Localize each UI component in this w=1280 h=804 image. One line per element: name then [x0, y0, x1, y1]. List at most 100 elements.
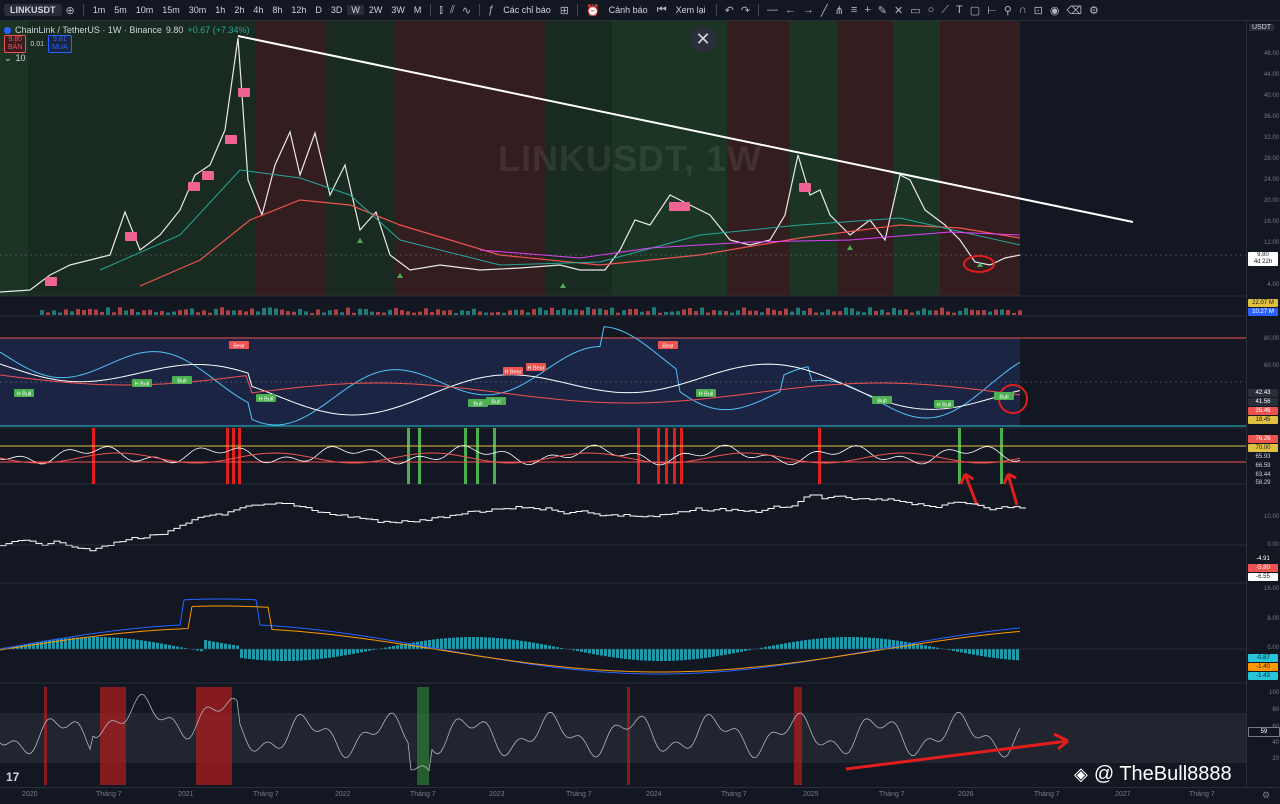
close-replay-button[interactable]: ✕: [689, 26, 717, 52]
brush-icon[interactable]: ✎: [875, 4, 890, 17]
timeframe-2w[interactable]: 2W: [365, 5, 387, 15]
trendline-icon[interactable]: ╱: [818, 4, 831, 17]
time-label: Tháng 7: [879, 791, 905, 798]
collapse-icon[interactable]: ⌄: [4, 53, 12, 64]
rectangle-icon[interactable]: ▭: [907, 4, 923, 17]
time-label: Tháng 7: [96, 791, 122, 798]
currency-button[interactable]: USDT: [1249, 24, 1274, 31]
indicators-button[interactable]: Các chỉ báo: [498, 5, 556, 15]
fib-icon[interactable]: ≡: [848, 4, 860, 16]
price-axis[interactable]: USDT 48.00 44.00 40.00 36.00 32.00 28.00…: [1246, 21, 1280, 787]
macd-histogram-bar: [700, 649, 703, 658]
text-icon[interactable]: T: [953, 4, 966, 16]
path-icon[interactable]: ⟋: [938, 4, 952, 17]
lock-icon[interactable]: ⊡: [1031, 4, 1046, 17]
circle-icon[interactable]: ○: [925, 4, 938, 16]
volume-bar: [490, 313, 494, 315]
timeframe-m[interactable]: M: [410, 5, 426, 15]
timeframe-1h[interactable]: 1h: [211, 5, 229, 15]
volume-bar: [946, 312, 950, 315]
timeframe-30m[interactable]: 30m: [185, 5, 211, 15]
macd-histogram-bar: [848, 637, 851, 649]
macd-histogram-bar: [504, 639, 507, 649]
macd-histogram-bar: [104, 637, 107, 649]
macd-histogram-bar: [364, 649, 367, 652]
alerts-button[interactable]: Cảnh báo: [604, 5, 653, 15]
time-label: Tháng 7: [253, 791, 279, 798]
bars-icon[interactable]: ⫽: [447, 4, 458, 17]
timeframe-15m[interactable]: 15m: [158, 5, 184, 15]
volume-bar: [838, 311, 842, 315]
symbol-search-button[interactable]: LINKUSDT: [4, 4, 62, 16]
redo-icon[interactable]: ↷: [738, 4, 753, 17]
candles-icon[interactable]: ⫾: [436, 4, 446, 17]
osc-value-tag: 76.26: [1248, 435, 1278, 443]
arrow-left-icon[interactable]: ←: [782, 4, 799, 16]
timeframe-8h[interactable]: 8h: [268, 5, 286, 15]
volume-bar: [292, 312, 296, 315]
timeframe-10m[interactable]: 10m: [132, 5, 158, 15]
oscillator-signal-bar: [493, 428, 496, 484]
volume-bar: [322, 312, 326, 315]
timeframe-5m[interactable]: 5m: [110, 5, 131, 15]
macd-histogram-bar: [792, 642, 795, 649]
timeframe-3d[interactable]: 3D: [327, 5, 347, 15]
timeframe-w[interactable]: W: [347, 5, 364, 15]
timeframe-12h[interactable]: 12h: [287, 5, 310, 15]
zoom-icon[interactable]: ⚲: [1001, 4, 1015, 17]
eye-icon[interactable]: ◉: [1047, 4, 1063, 17]
pitchfork-icon[interactable]: ⋔: [832, 4, 847, 17]
replay-icon[interactable]: ⏮: [654, 4, 670, 17]
macd-histogram-bar: [976, 649, 979, 655]
volume-bar: [802, 311, 806, 315]
volume-bar: [616, 313, 620, 315]
pattern-icon[interactable]: ✕: [891, 4, 906, 17]
undo-icon[interactable]: ↶: [722, 4, 737, 17]
macd-value-tag: -1.43: [1248, 672, 1278, 680]
axis-settings-icon[interactable]: ⚙: [1262, 790, 1270, 801]
indicators-icon[interactable]: ƒ: [485, 4, 497, 16]
macd-histogram-bar: [276, 649, 279, 661]
line-type-icon[interactable]: ∿: [459, 4, 474, 17]
sell-button[interactable]: 9.80 BÁN: [4, 35, 26, 53]
timeframe-4h[interactable]: 4h: [249, 5, 267, 15]
macd-histogram-bar: [688, 649, 691, 660]
volume-bar: [718, 311, 722, 315]
settings-icon[interactable]: ⚙: [1086, 4, 1102, 17]
volume-bar: [256, 311, 260, 315]
buy-button[interactable]: 9.81 MUA: [48, 35, 72, 53]
macd-histogram-bar: [456, 637, 459, 649]
volume-bar: [364, 309, 368, 315]
tradingview-logo[interactable]: 17: [6, 770, 19, 784]
trash-icon[interactable]: ⌫: [1063, 4, 1085, 17]
horizontal-line-icon[interactable]: —: [764, 4, 781, 16]
templates-icon[interactable]: ⊞: [557, 4, 572, 17]
ruler-icon[interactable]: ⊢: [984, 4, 1000, 17]
ray-icon[interactable]: →: [800, 4, 817, 16]
chart-area[interactable]: BearBearH BearH BearH BullH BullBullH Bu…: [0, 21, 1246, 787]
replay-button[interactable]: Xem lại: [671, 5, 711, 15]
macd-histogram-bar: [496, 638, 499, 649]
macd-label: 16.00: [1264, 586, 1279, 592]
note-icon[interactable]: ▢: [967, 4, 983, 17]
volume-bar: [478, 311, 482, 315]
macd-histogram-bar: [784, 643, 787, 649]
timeframe-1m[interactable]: 1m: [89, 5, 110, 15]
crosshair-icon[interactable]: +: [861, 4, 873, 16]
time-axis[interactable]: 2020 Tháng 7 2021 Tháng 7 2022 Tháng 7 2…: [0, 787, 1280, 804]
timeframe-d[interactable]: D: [311, 5, 326, 15]
timeframe-2h[interactable]: 2h: [230, 5, 248, 15]
macd-histogram-bar: [1000, 649, 1003, 659]
alert-icon[interactable]: ⏰: [583, 4, 603, 17]
volume-bar: [976, 310, 980, 315]
volume-bar: [58, 313, 62, 315]
add-symbol-icon[interactable]: ⊕: [63, 4, 78, 17]
macd-histogram-bar: [740, 649, 743, 652]
volume-bar: [496, 312, 500, 315]
symbol-title[interactable]: ChainLink / TetherUS · 1W · Binance: [15, 25, 162, 35]
volume-bar: [844, 307, 848, 315]
macd-histogram-bar: [444, 638, 447, 649]
timeframe-3w[interactable]: 3W: [387, 5, 409, 15]
macd-histogram-bar: [720, 649, 723, 655]
magnet-icon[interactable]: ∩: [1016, 4, 1030, 16]
